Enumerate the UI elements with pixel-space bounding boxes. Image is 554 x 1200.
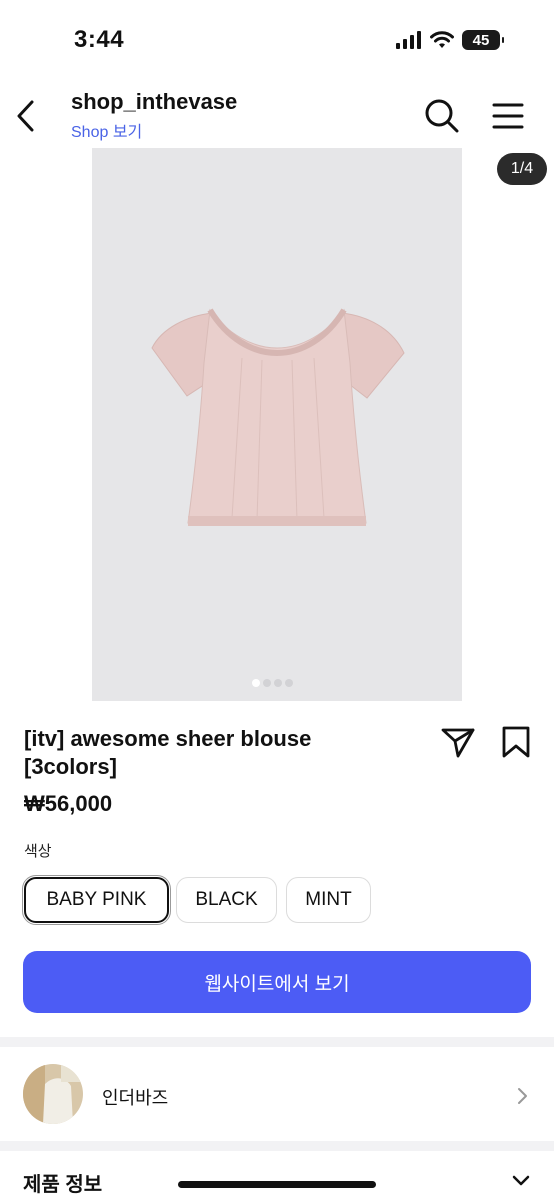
section-divider [0,1037,554,1047]
seller-avatar[interactable] [23,1064,83,1124]
seller-row[interactable] [0,1047,554,1141]
product-title-line2: [3colors] [24,754,117,779]
battery-level: 45 [472,31,490,49]
chevron-left-icon [17,100,34,132]
shop-name[interactable]: shop_inthevase [71,89,237,115]
product-title: [itv] awesome sheer blouse [3colors] [24,725,424,781]
carousel-dot[interactable] [252,679,260,687]
seller-name[interactable]: 인더바즈 [102,1084,168,1110]
chevron-down-icon[interactable] [510,1170,532,1192]
bookmark-icon [502,726,530,758]
cellular-signal-icon [396,31,421,49]
shop-link[interactable]: Shop 보기 [71,118,142,142]
wifi-icon [430,31,454,48]
color-label: 색상 [24,843,52,860]
product-price: ₩56,000 [24,791,113,816]
bookmark-button[interactable] [498,724,534,760]
chevron-right-icon[interactable] [512,1086,532,1106]
carousel-dots [252,679,293,687]
search-icon [425,99,459,133]
hamburger-menu-icon [492,103,524,129]
menu-button[interactable] [490,98,530,134]
product-info-section-title[interactable]: 제품 정보 [23,1168,102,1197]
carousel-dot[interactable] [285,679,293,687]
avatar-image [23,1064,83,1124]
product-image[interactable] [92,148,462,701]
battery-icon: 45 [462,30,504,50]
color-option-baby-pink[interactable]: BABY PINK [22,875,171,925]
status-icons: 45 [396,30,504,50]
search-button[interactable] [422,96,462,136]
back-button[interactable] [14,96,44,136]
blouse-image [151,308,405,526]
product-title-line1: [itv] awesome sheer blouse [24,726,312,751]
share-button[interactable] [438,724,478,760]
color-option-mint[interactable]: MINT [286,877,371,923]
carousel-dot[interactable] [274,679,282,687]
view-website-button[interactable]: 웹사이트에서 보기 [23,951,531,1013]
color-option-black[interactable]: BLACK [176,877,277,923]
image-pager-badge: 1/4 [497,153,547,185]
home-indicator [178,1181,376,1188]
carousel-dot[interactable] [263,679,271,687]
send-icon [441,728,475,758]
section-divider [0,1141,554,1151]
status-time: 3:44 [74,26,125,53]
